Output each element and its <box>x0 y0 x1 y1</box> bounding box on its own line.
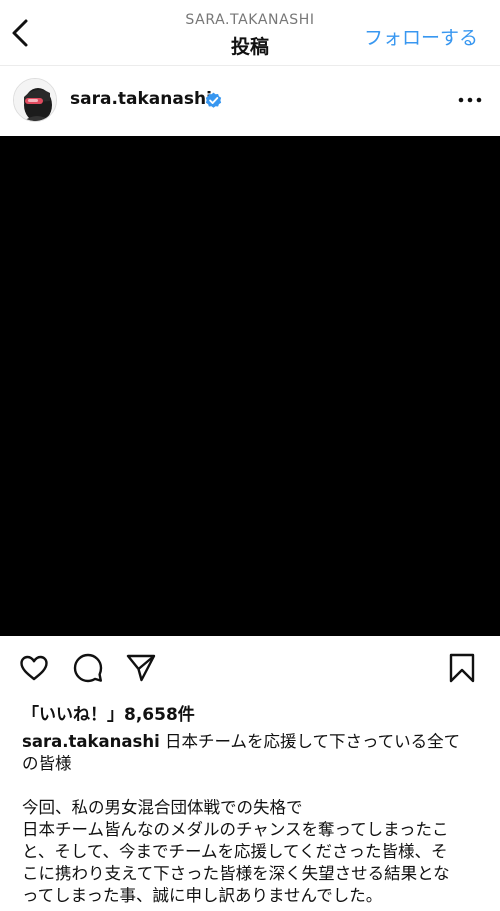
caption-line: sara.takanashi 日本チームを応援して下さっている全て <box>22 731 482 753</box>
more-horizontal-icon[interactable] <box>458 94 482 106</box>
avatar[interactable] <box>13 78 57 122</box>
paper-plane-icon[interactable] <box>125 652 157 684</box>
caption-line: 日本チーム皆んなのメダルのチャンスを奪ってしまったこ <box>22 820 449 839</box>
verified-badge-icon <box>205 92 222 109</box>
post-username[interactable]: sara.takanashi <box>70 89 212 109</box>
post-caption: sara.takanashi 日本チームを応援して下さっている全て の皆様 今回… <box>22 731 482 907</box>
post-action-bar <box>0 648 500 688</box>
caption-line: ってしまった事、誠に申し訳ありませんでした。 <box>22 886 383 905</box>
caption-line: と、そして、今までチームを応援してくださった皆様、そ <box>22 842 448 861</box>
instagram-post-page: SARA.TAKANASHI 投稿 フォローする sara.takanashi <box>0 0 500 911</box>
post-header: sara.takanashi <box>0 66 500 136</box>
likes-count[interactable]: 「いいね！」8,658件 <box>22 700 195 725</box>
bookmark-icon[interactable] <box>446 652 478 684</box>
follow-button[interactable]: フォローする <box>364 23 478 50</box>
comment-icon[interactable] <box>72 652 104 684</box>
heart-icon[interactable] <box>18 652 50 684</box>
caption-line: こに携わり支えて下さった皆様を深く失望させる結果とな <box>22 864 450 883</box>
caption-text: 日本チームを応援して下さっている全て <box>164 732 461 751</box>
caption-username[interactable]: sara.takanashi <box>22 732 160 751</box>
top-navigation-bar: SARA.TAKANASHI 投稿 フォローする <box>0 0 500 66</box>
post-media[interactable] <box>0 136 500 636</box>
caption-line: 今回、私の男女混合団体戦での失格で <box>22 798 303 817</box>
caption-line: の皆様 <box>22 754 72 773</box>
